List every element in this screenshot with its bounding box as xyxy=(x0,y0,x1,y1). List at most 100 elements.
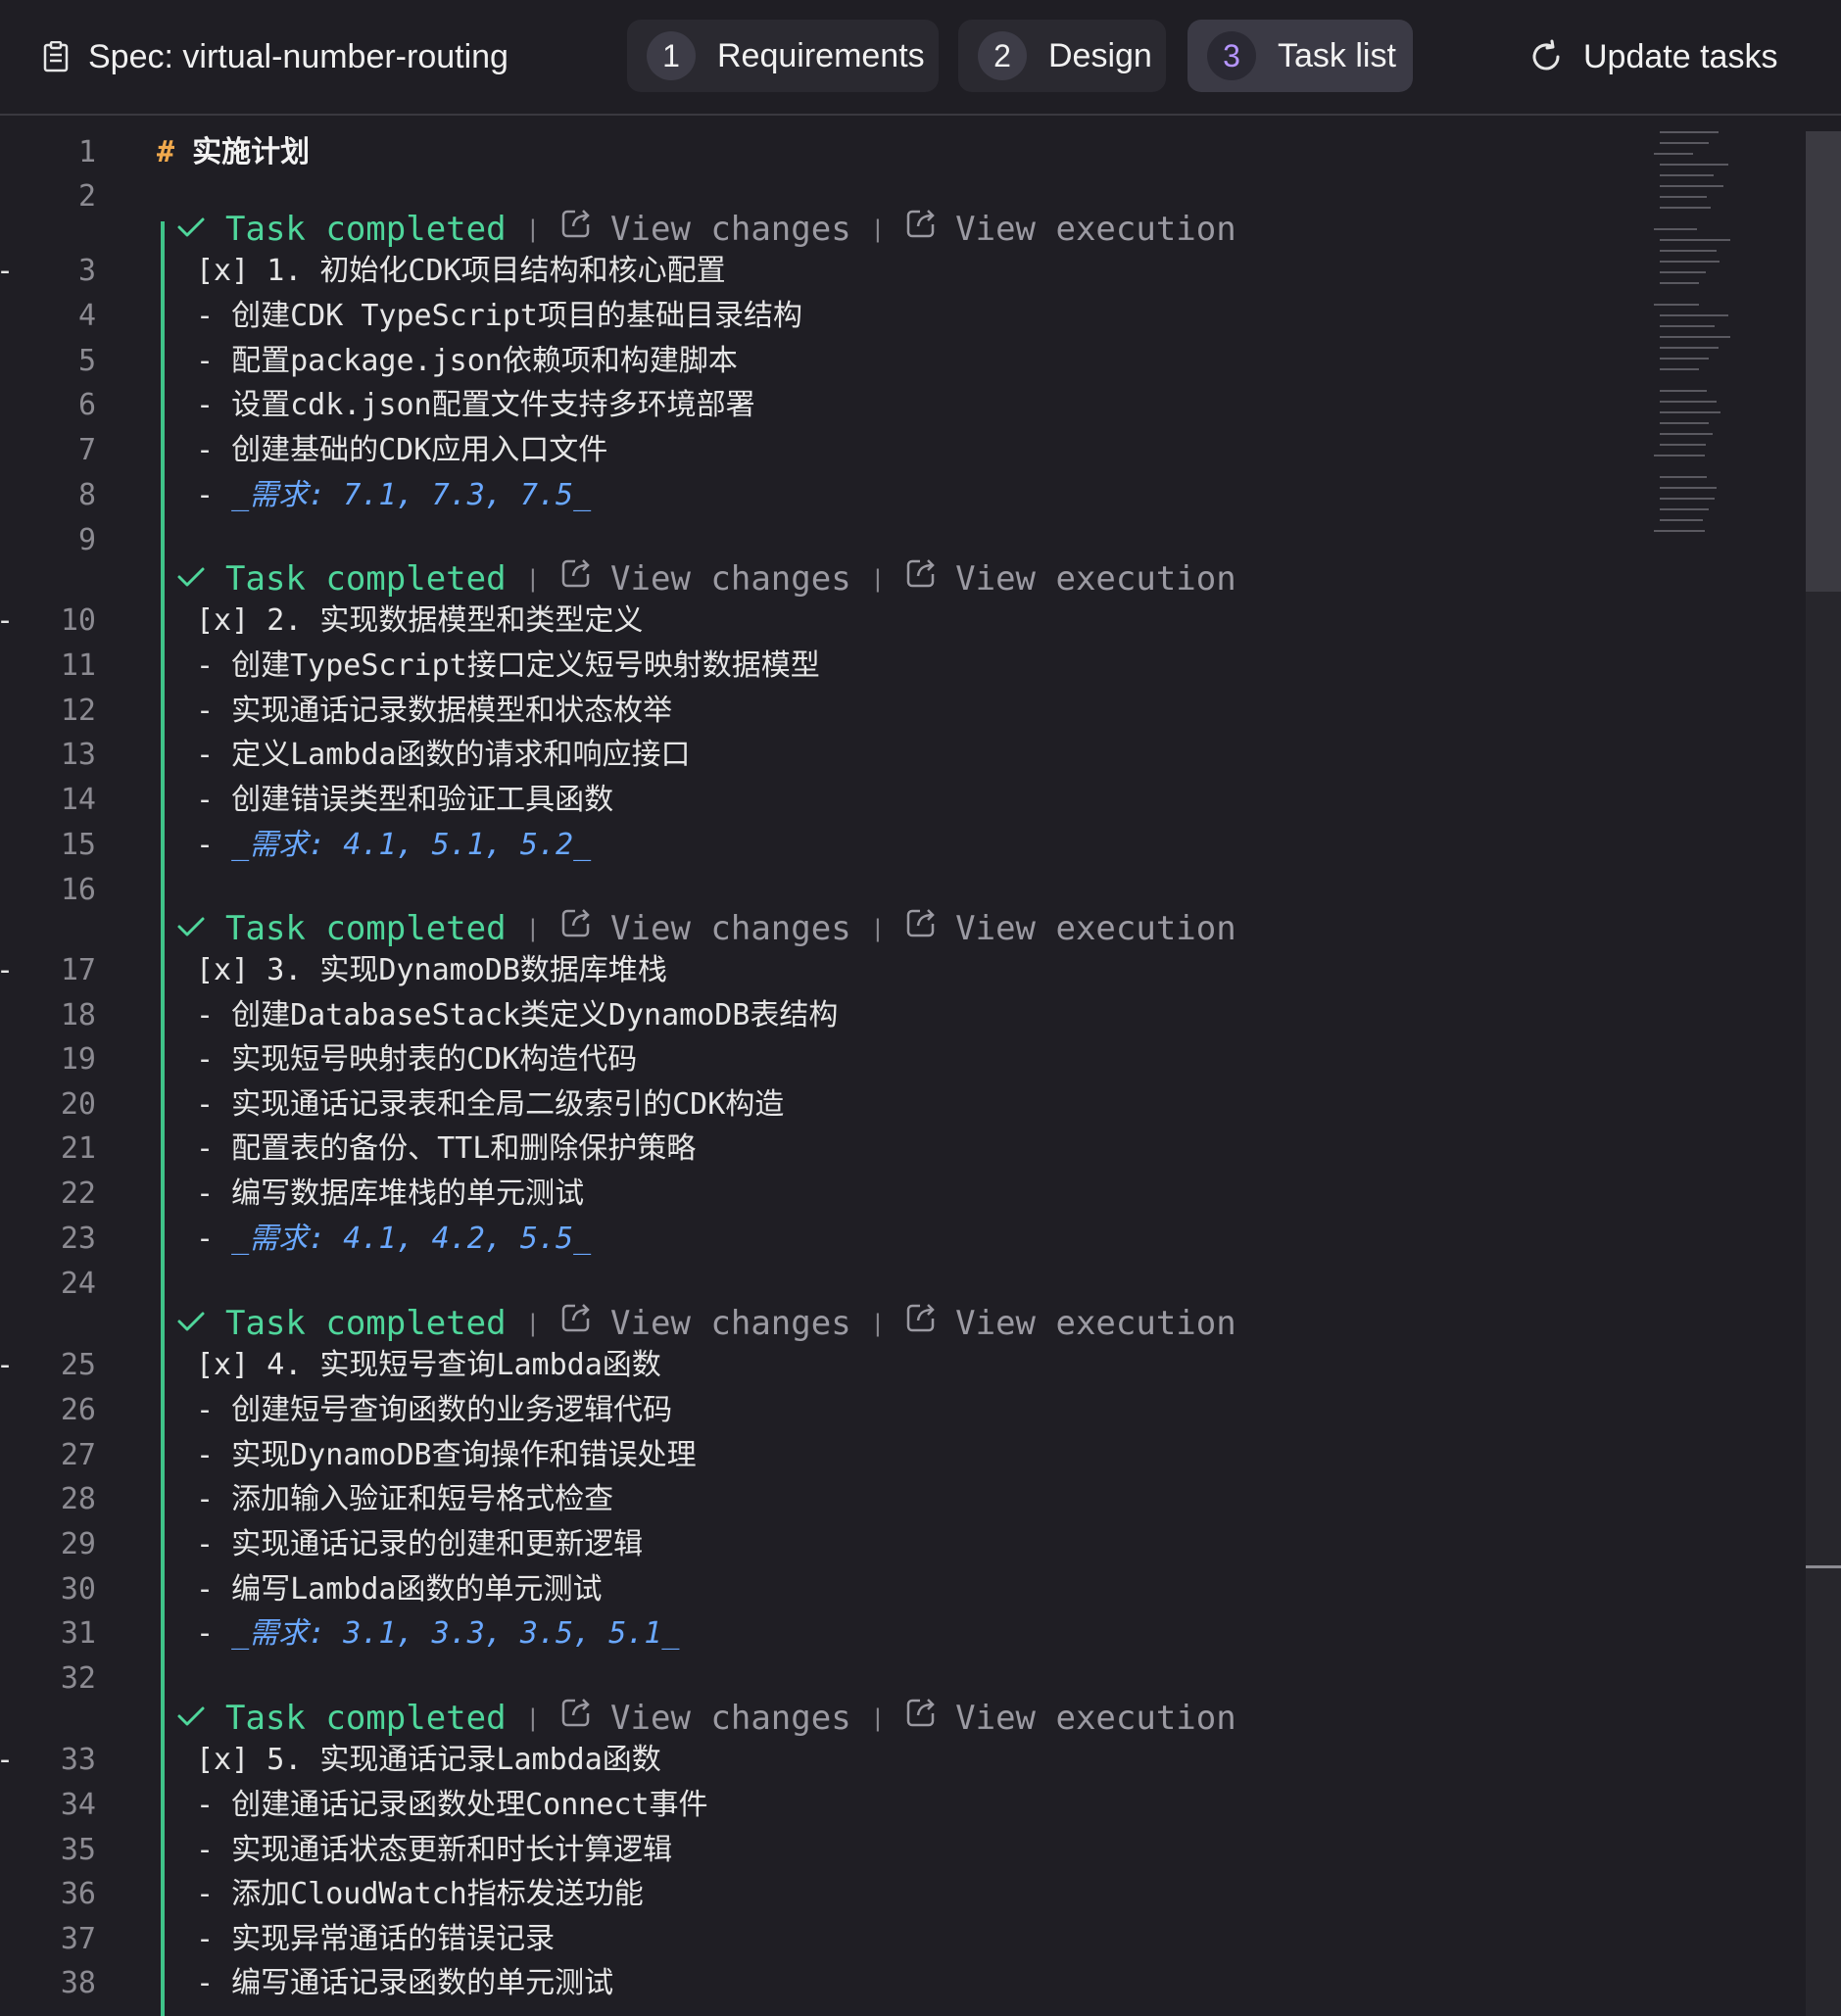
editor-line[interactable]: 31 - _需求: 3.1, 3.3, 3.5, 5.1_ xyxy=(0,1612,1666,1656)
line-number: 14 xyxy=(60,783,96,817)
editor-line[interactable]: 26 - 创建短号查询函数的业务逻辑代码 xyxy=(0,1389,1666,1432)
editor-line[interactable]: 10 - [x] 2. 实现数据模型和类型定义 xyxy=(0,600,1666,643)
view-changes-link[interactable]: View changes xyxy=(559,1299,851,1348)
requirement-reference: _需求: 4.1, 4.2, 5.5_ xyxy=(231,1222,592,1256)
tab-number: 2 xyxy=(978,31,1027,80)
editor-line[interactable]: 7 - 创建基础的CDK应用入口文件 xyxy=(0,429,1666,472)
view-changes-link[interactable]: View changes xyxy=(559,904,851,953)
editor-line[interactable]: 4 - 创建CDK TypeScript项目的基础目录结构 xyxy=(0,295,1666,338)
subtask-item: - 编写数据库堆栈的单元测试 xyxy=(196,1176,585,1211)
editor-line[interactable]: 6 - 设置cdk.json配置文件支持多环境部署 xyxy=(0,384,1666,427)
view-execution-label: View execution xyxy=(955,1304,1236,1343)
editor-line[interactable]: 11 - 创建TypeScript接口定义短号映射数据模型 xyxy=(0,645,1666,688)
subtask-item: - 创建错误类型和验证工具函数 xyxy=(196,783,614,817)
update-tasks-button[interactable]: Update tasks xyxy=(1528,37,1777,76)
check-icon xyxy=(176,1694,206,1743)
editor-line[interactable]: 13 - 定义Lambda函数的请求和响应接口 xyxy=(0,734,1666,777)
minimap-line xyxy=(1660,314,1728,316)
view-changes-link[interactable]: View changes xyxy=(559,554,851,603)
task-item: [x] 4. 实现短号查询Lambda函数 xyxy=(196,1348,661,1382)
view-execution-link[interactable]: View execution xyxy=(904,554,1236,603)
view-execution-link[interactable]: View execution xyxy=(904,1694,1236,1743)
editor-line[interactable]: 33 - [x] 5. 实现通话记录Lambda函数 xyxy=(0,1739,1666,1782)
line-number: 3 xyxy=(77,254,96,288)
editor-line[interactable]: 18 - 创建DatabaseStack类定义DynamoDB表结构 xyxy=(0,994,1666,1037)
editor-line[interactable]: 21 - 配置表的备份、TTL和删除保护策略 xyxy=(0,1128,1666,1171)
line-number: 38 xyxy=(60,1966,96,2000)
subtask-item: - 实现通话状态更新和时长计算逻辑 xyxy=(196,1833,673,1867)
editor-line[interactable]: 3 - [x] 1. 初始化CDK项目结构和核心配置 xyxy=(0,250,1666,293)
subtask-item: - 编写Lambda函数的单元测试 xyxy=(196,1572,603,1607)
editor-line[interactable]: 20 - 实现通话记录表和全局二级索引的CDK构造 xyxy=(0,1083,1666,1127)
line-number: 17 xyxy=(60,953,96,987)
minimap-line xyxy=(1660,444,1706,446)
editor-line[interactable]: 15 - _需求: 4.1, 5.1, 5.2_ xyxy=(0,824,1666,867)
line-number: 31 xyxy=(60,1616,96,1651)
scrollbar-thumb[interactable] xyxy=(1806,131,1841,592)
subtask-item: - 创建短号查询函数的业务逻辑代码 xyxy=(196,1393,673,1427)
view-execution-link[interactable]: View execution xyxy=(904,904,1236,953)
open-external-icon xyxy=(559,1299,593,1348)
open-external-icon xyxy=(559,205,593,254)
open-external-icon xyxy=(904,205,938,254)
view-changes-label: View changes xyxy=(610,210,851,249)
minimap-line xyxy=(1660,164,1728,166)
view-execution-link[interactable]: View execution xyxy=(904,1299,1236,1348)
minimap-line xyxy=(1660,347,1719,349)
scrollbar-marker xyxy=(1806,1565,1841,1568)
line-number: 22 xyxy=(60,1176,96,1211)
minimap-line xyxy=(1660,508,1709,510)
minimap-line xyxy=(1660,325,1715,327)
open-external-icon xyxy=(904,1299,938,1348)
editor-line[interactable]: 35 - 实现通话状态更新和时长计算逻辑 xyxy=(0,1829,1666,1872)
line-number: 26 xyxy=(60,1393,96,1427)
editor-line[interactable]: 25 - [x] 4. 实现短号查询Lambda函数 xyxy=(0,1344,1666,1387)
list-dash: - xyxy=(196,828,232,862)
subtask-item: - 设置cdk.json配置文件支持多环境部署 xyxy=(196,388,755,422)
line-number: 7 xyxy=(77,433,96,467)
line-number: 13 xyxy=(60,738,96,772)
view-changes-link[interactable]: View changes xyxy=(559,1694,851,1743)
tab-task-list[interactable]: 3 Task list xyxy=(1187,20,1413,92)
list-dash: - xyxy=(196,1616,232,1651)
check-icon xyxy=(176,205,206,254)
task-codelens: Task completed | View changes | View executi… xyxy=(176,904,1236,953)
editor-line[interactable]: 19 - 实现短号映射表的CDK构造代码 xyxy=(0,1038,1666,1081)
subtask-item: - 实现DynamoDB查询操作和错误处理 xyxy=(196,1438,697,1472)
editor-line[interactable]: 28 - 添加输入验证和短号格式检查 xyxy=(0,1478,1666,1521)
view-changes-link[interactable]: View changes xyxy=(559,205,851,254)
line-number: 20 xyxy=(60,1087,96,1122)
editor-line[interactable]: 22 - 编写数据库堆栈的单元测试 xyxy=(0,1173,1666,1216)
list-dash: - xyxy=(196,1222,232,1256)
editor-line[interactable]: 12 - 实现通话记录数据模型和状态枚举 xyxy=(0,690,1666,733)
tab-design[interactable]: 2 Design xyxy=(958,20,1166,92)
subtask-item: - 添加CloudWatch指标发送功能 xyxy=(196,1877,644,1911)
minimap-line xyxy=(1660,336,1730,338)
editor-line[interactable]: 36 - 添加CloudWatch指标发送功能 xyxy=(0,1873,1666,1916)
tab-number: 1 xyxy=(647,31,696,80)
editor-line[interactable]: 34 - 创建通话记录函数处理Connect事件 xyxy=(0,1784,1666,1827)
editor-line[interactable]: 30 - 编写Lambda函数的单元测试 xyxy=(0,1568,1666,1611)
editor-line[interactable]: 1 # 实施计划 xyxy=(0,131,1666,174)
task-item: [x] 3. 实现DynamoDB数据库堆栈 xyxy=(196,953,667,987)
editor-line[interactable]: 17 - [x] 3. 实现DynamoDB数据库堆栈 xyxy=(0,949,1666,992)
minimap-line xyxy=(1660,271,1706,273)
requirement-reference: _需求: 4.1, 5.1, 5.2_ xyxy=(231,828,592,862)
editor-line[interactable]: 29 - 实现通话记录的创建和更新逻辑 xyxy=(0,1523,1666,1566)
editor-line[interactable]: 37 - 实现异常通话的错误记录 xyxy=(0,1918,1666,1961)
tab-requirements[interactable]: 1 Requirements xyxy=(627,20,939,92)
view-execution-link[interactable]: View execution xyxy=(904,205,1236,254)
task-editor[interactable]: 1# 实施计划23-[x] 1. 初始化CDK项目结构和核心配置4- 创建CDK… xyxy=(0,118,1841,2016)
codelens-separator: | xyxy=(870,1310,886,1337)
minimap[interactable] xyxy=(1654,131,1791,552)
list-dash: - xyxy=(0,1344,14,1387)
editor-line[interactable]: 5 - 配置package.json依赖项和构建脚本 xyxy=(0,340,1666,383)
subtask-item: - 实现通话记录表和全局二级索引的CDK构造 xyxy=(196,1087,785,1122)
editor-line[interactable]: 23 - _需求: 4.1, 4.2, 5.5_ xyxy=(0,1218,1666,1261)
editor-line[interactable]: 8 - _需求: 7.1, 7.3, 7.5_ xyxy=(0,474,1666,517)
editor-line[interactable]: 38 - 编写通话记录函数的单元测试 xyxy=(0,1962,1666,2005)
editor-line[interactable]: 27 - 实现DynamoDB查询操作和错误处理 xyxy=(0,1434,1666,1477)
subtask-item: - 创建基础的CDK应用入口文件 xyxy=(196,433,608,467)
editor-line[interactable]: 14 - 创建错误类型和验证工具函数 xyxy=(0,779,1666,822)
spec-header: Spec: virtual-number-routing 1 Requireme… xyxy=(0,0,1841,116)
